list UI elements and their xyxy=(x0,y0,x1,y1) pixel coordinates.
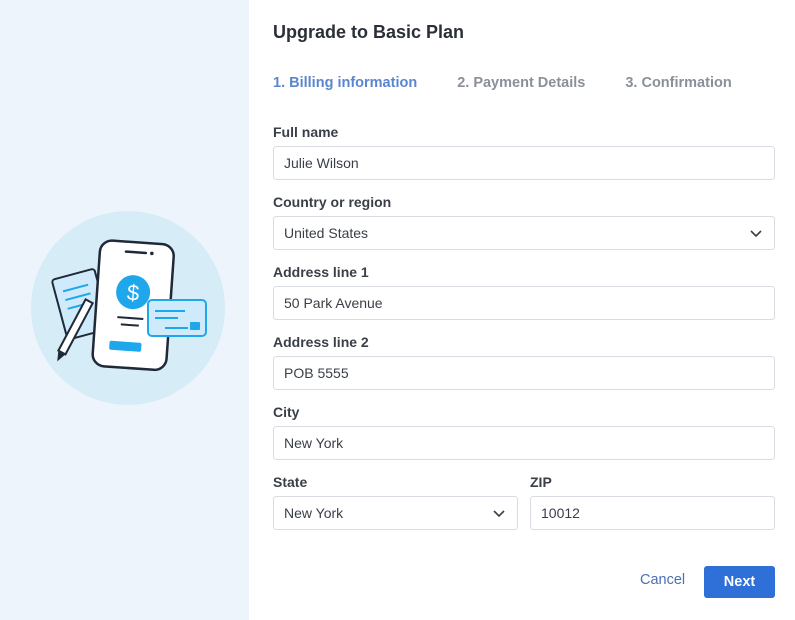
next-button[interactable]: Next xyxy=(704,566,775,598)
address-line-2-label: Address line 2 xyxy=(273,334,369,350)
state-select[interactable]: New York xyxy=(273,496,518,530)
chevron-down-icon xyxy=(493,510,505,518)
phone-payment-illustration-icon: $ xyxy=(31,211,225,405)
city-input[interactable] xyxy=(273,426,775,460)
state-label: State xyxy=(273,474,308,490)
zip-input[interactable] xyxy=(530,496,775,530)
country-select-value: United States xyxy=(284,225,369,241)
svg-text:$: $ xyxy=(126,280,140,306)
illustration-panel: $ xyxy=(0,0,249,620)
tab-payment-details[interactable]: 2. Payment Details xyxy=(457,75,585,91)
tab-confirmation[interactable]: 3. Confirmation xyxy=(625,75,731,91)
state-select-value: New York xyxy=(284,505,344,521)
credit-card-icon xyxy=(147,299,207,337)
cancel-button[interactable]: Cancel xyxy=(640,572,685,588)
page-title: Upgrade to Basic Plan xyxy=(273,22,465,42)
full-name-label: Full name xyxy=(273,124,339,140)
address-line-2-input[interactable] xyxy=(273,356,775,390)
tab-billing-information[interactable]: 1. Billing information xyxy=(273,75,417,91)
full-name-input[interactable] xyxy=(273,146,775,180)
step-tabs: 1. Billing information 2. Payment Detail… xyxy=(273,75,772,91)
zip-label: ZIP xyxy=(530,474,552,490)
billing-form-panel: Upgrade to Basic Plan 1. Billing informa… xyxy=(249,0,795,620)
address-line-1-label: Address line 1 xyxy=(273,264,369,280)
city-label: City xyxy=(273,404,300,420)
country-select[interactable]: United States xyxy=(273,216,775,250)
chevron-down-icon xyxy=(750,230,762,238)
address-line-1-input[interactable] xyxy=(273,286,775,320)
country-label: Country or region xyxy=(273,194,392,210)
